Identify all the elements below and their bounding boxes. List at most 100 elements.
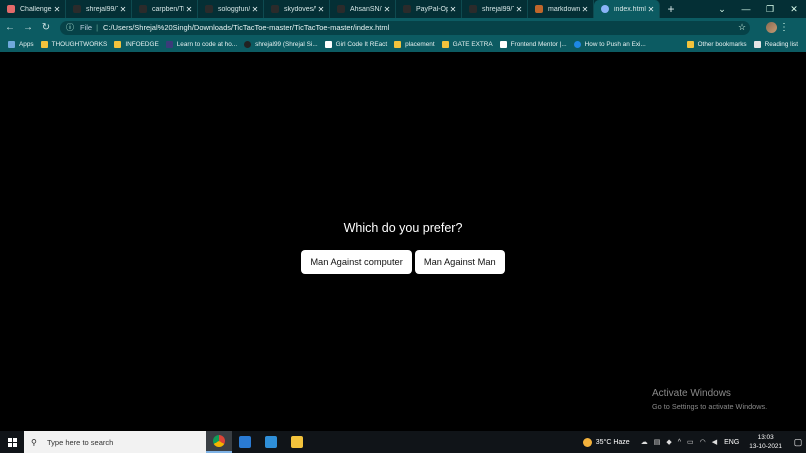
site-icon	[499, 41, 507, 48]
bookmark-folder[interactable]: INFOEDGE	[114, 41, 159, 48]
windows-logo-icon	[7, 437, 17, 447]
wifi-icon[interactable]: ◠	[700, 438, 706, 446]
close-icon[interactable]: ✕	[118, 5, 128, 14]
folder-icon	[441, 41, 449, 48]
tab[interactable]: PayPal-Opp ✕	[396, 0, 462, 18]
close-icon[interactable]: ✕	[382, 5, 392, 14]
bookmark-label: GATE EXTRA	[452, 41, 493, 48]
tab[interactable]: Challenge ✕	[0, 0, 66, 18]
menu-icon[interactable]: ⋮	[777, 22, 791, 33]
close-icon[interactable]: ✕	[580, 5, 590, 14]
close-icon[interactable]: ✕	[184, 5, 194, 14]
address-url[interactable]: C:/Users/Shrejal%20Singh/Downloads/TicTa…	[103, 23, 734, 32]
close-icon[interactable]: ✕	[316, 5, 326, 14]
tab-title: sologgfun/j	[218, 5, 250, 13]
folder-icon	[686, 41, 694, 48]
volume-icon[interactable]: ◀	[712, 438, 717, 446]
browser-toolbar: ← → ↻ ⓘ File | C:/Users/Shrejal%20Singh/…	[0, 18, 806, 37]
cloud-icon[interactable]: ☁	[641, 438, 648, 446]
system-tray: 35°C Haze ☁ ▤ ◆ ^ ▭ ◠ ◀ ENG 13:03 13-10-…	[582, 433, 806, 451]
close-icon[interactable]: ✕	[646, 5, 656, 14]
info-icon[interactable]: ⓘ	[66, 22, 76, 33]
address-separator: |	[96, 23, 99, 32]
window-controls: ⌄ — ❐ ✕	[710, 0, 806, 18]
close-icon[interactable]: ✕	[514, 5, 524, 14]
site-icon	[573, 41, 581, 48]
bookmark-link[interactable]: How to Push an Exi...	[573, 41, 646, 48]
taskbar: ⚲ Type here to search 35°C Haze ☁ ▤ ◆ ^ …	[0, 431, 806, 453]
github-icon	[244, 41, 252, 48]
tab[interactable]: shrejal99/Ti ✕	[66, 0, 132, 18]
search-placeholder: Type here to search	[47, 437, 114, 447]
tab-title: carpben/Tic	[152, 5, 184, 13]
tab[interactable]: shrejal99/Ti ✕	[462, 0, 528, 18]
close-window-icon[interactable]: ✕	[782, 4, 806, 15]
restore-icon[interactable]: ❐	[758, 4, 782, 15]
profile-avatar[interactable]	[766, 22, 777, 33]
battery-icon[interactable]: ▭	[687, 438, 694, 446]
chevron-up-icon[interactable]: ^	[678, 439, 681, 446]
tab-title: Challenge	[20, 5, 52, 13]
taskbar-mail[interactable]	[232, 431, 258, 453]
bookmark-link[interactable]: Frontend Mentor |...	[499, 41, 567, 48]
address-bar[interactable]: ⓘ File | C:/Users/Shrejal%20Singh/Downlo…	[60, 20, 750, 35]
man-vs-computer-button[interactable]: Man Against computer	[301, 250, 412, 274]
bookmark-link[interactable]: shrejal99 (Shrejal Si...	[244, 41, 318, 48]
bookmark-folder[interactable]: placement	[394, 41, 435, 48]
tab-strip: Challenge ✕ shrejal99/Ti ✕ carpben/Tic ✕…	[0, 0, 806, 18]
taskbar-file-explorer[interactable]	[284, 431, 310, 453]
reading-list-button[interactable]: Reading list	[753, 41, 798, 48]
new-tab-button[interactable]: +	[660, 0, 682, 18]
bookmark-link[interactable]: Learn to code at ho...	[165, 41, 237, 48]
tab[interactable]: skydoves/W ✕	[264, 0, 330, 18]
github-icon	[139, 5, 147, 13]
watermark-title: Activate Windows	[652, 388, 731, 399]
tab[interactable]: markdown ✕	[528, 0, 594, 18]
tab-active[interactable]: index.html ✕	[594, 0, 660, 18]
bookmark-link[interactable]: Girl Code It REact	[324, 41, 387, 48]
bookmark-label: THOUGHTWORKS	[51, 41, 108, 48]
bookmark-folder-other[interactable]: Other bookmarks	[686, 41, 747, 48]
tab[interactable]: sologgfun/j ✕	[198, 0, 264, 18]
folder-icon	[114, 41, 122, 48]
minimize-icon[interactable]: —	[734, 4, 758, 14]
mode-choices: Man Against computer Man Against Man	[0, 250, 806, 274]
bookmark-star-icon[interactable]: ☆	[734, 22, 750, 33]
taskbar-vscode[interactable]	[258, 431, 284, 453]
taskview-icon[interactable]: ▤	[654, 438, 661, 446]
close-icon[interactable]: ✕	[52, 5, 62, 14]
bookmark-apps[interactable]: Apps	[8, 41, 34, 48]
close-icon[interactable]: ✕	[448, 5, 458, 14]
taskbar-chrome[interactable]	[206, 431, 232, 453]
screen: Challenge ✕ shrejal99/Ti ✕ carpben/Tic ✕…	[0, 0, 806, 453]
man-vs-man-button[interactable]: Man Against Man	[414, 250, 505, 274]
tab[interactable]: AhsanSN/T ✕	[330, 0, 396, 18]
reload-icon[interactable]: ↻	[38, 22, 54, 33]
language-indicator[interactable]: ENG	[724, 439, 739, 446]
bookmark-label: Apps	[19, 41, 34, 48]
chrome-icon	[213, 435, 225, 447]
back-icon[interactable]: ←	[2, 22, 18, 33]
tab-title: shrejal99/Ti	[86, 5, 118, 13]
forward-icon[interactable]: →	[20, 22, 36, 33]
security-icon[interactable]: ◆	[666, 438, 671, 446]
site-icon	[165, 41, 173, 48]
tab-title: skydoves/W	[284, 5, 316, 13]
tab-search-icon[interactable]: ⌄	[710, 4, 734, 15]
clock-time: 13:03	[757, 434, 774, 441]
tab-title: index.html	[614, 5, 646, 13]
address-scheme: File	[80, 23, 93, 32]
tab-title: markdown	[548, 5, 580, 13]
search-icon: ⚲	[31, 437, 37, 447]
tab[interactable]: carpben/Tic ✕	[132, 0, 198, 18]
clock[interactable]: 13:03 13-10-2021	[749, 433, 782, 451]
bookmark-folder[interactable]: GATE EXTRA	[441, 41, 493, 48]
notification-icon[interactable]: ▢	[790, 437, 806, 448]
taskbar-search[interactable]: ⚲ Type here to search	[24, 431, 206, 453]
close-icon[interactable]: ✕	[250, 5, 260, 14]
start-button[interactable]	[0, 431, 24, 453]
tab-favicon-icon	[7, 5, 15, 13]
bookmark-folder[interactable]: THOUGHTWORKS	[40, 41, 108, 48]
weather-text[interactable]: 35°C Haze	[596, 439, 630, 446]
tab-title: AhsanSN/T	[350, 5, 382, 13]
